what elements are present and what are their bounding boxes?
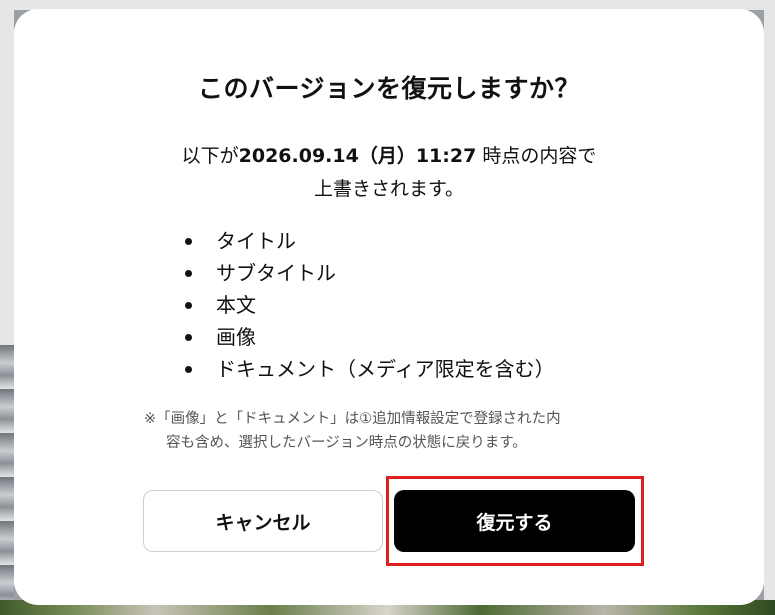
dialog-title: このバージョンを復元しますか？ — [197, 74, 580, 103]
version-datetime: 2026.09.14（月）11:27 — [238, 145, 477, 167]
list-item: 本文 — [180, 289, 555, 321]
dialog-description: 以下が2026.09.14（月）11:27 時点の内容で 上書きされます。 — [14, 140, 764, 206]
list-item: 画像 — [180, 321, 555, 353]
list-item: タイトル — [180, 225, 555, 257]
description-suffix: 時点の内容で — [476, 145, 597, 167]
restore-version-dialog: このバージョンを復元しますか？ 以下が2026.09.14（月）11:27 時点… — [14, 9, 764, 605]
list-item-label: ドキュメント（メディア限定を含む） — [216, 357, 555, 381]
restore-items-list: タイトル サブタイトル 本文 画像 ドキュメント（メディア限定を含む） — [180, 225, 555, 385]
bullet-icon — [185, 334, 192, 341]
description-line-2: 上書きされます。 — [313, 178, 465, 200]
list-item-label: 本文 — [216, 293, 256, 317]
description-prefix: 以下が — [181, 145, 239, 167]
backdrop-right-pane — [764, 0, 775, 615]
restore-button[interactable]: 復元する — [394, 490, 635, 552]
note-line-1: ※「画像」と「ドキュメント」は①追加情報設定で登録された内 — [144, 411, 561, 427]
dialog-note: ※「画像」と「ドキュメント」は①追加情報設定で登録された内 容も含め、選択したバ… — [144, 407, 634, 455]
description-line-1: 以下が2026.09.14（月）11:27 時点の内容で — [14, 140, 764, 173]
bullet-icon — [185, 270, 192, 277]
backdrop-photo-left — [0, 345, 14, 615]
note-line-2: 容も含め、選択したバージョン時点の状態に戻ります。 — [166, 435, 527, 451]
list-item-label: 画像 — [216, 325, 256, 349]
bullet-icon — [185, 238, 192, 245]
bullet-icon — [185, 366, 192, 373]
list-item-label: サブタイトル — [216, 261, 336, 285]
cancel-button[interactable]: キャンセル — [143, 490, 383, 552]
list-item: サブタイトル — [180, 257, 555, 289]
backdrop-left-pane — [0, 0, 14, 345]
list-item-label: タイトル — [216, 229, 296, 253]
list-item: ドキュメント（メディア限定を含む） — [180, 353, 555, 385]
bullet-icon — [185, 302, 192, 309]
